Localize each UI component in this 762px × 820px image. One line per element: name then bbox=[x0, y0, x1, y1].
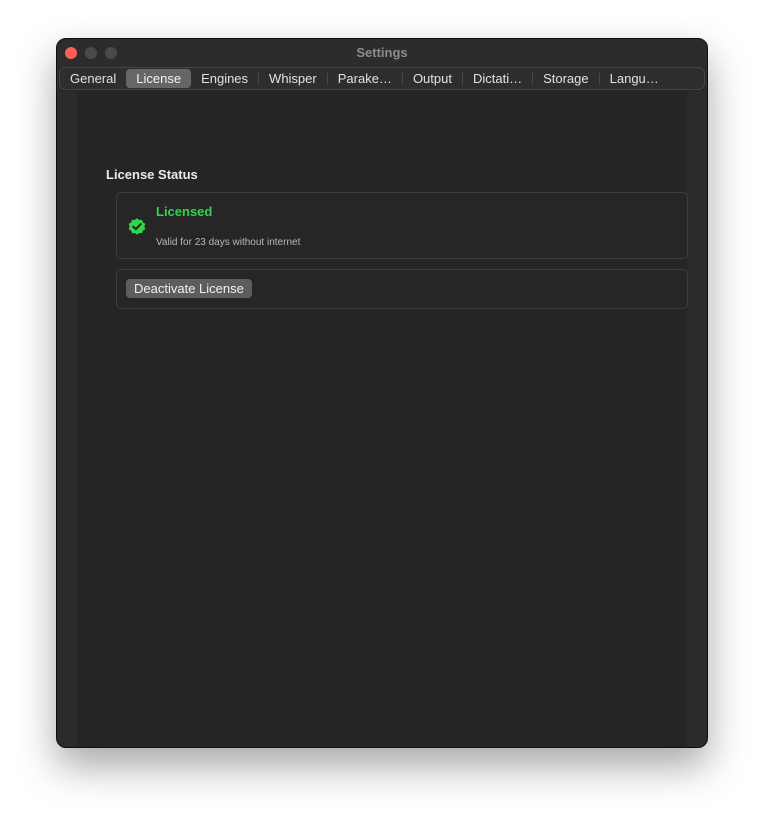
settings-tab-bar: General License Engines Whisper Parake… … bbox=[59, 67, 705, 90]
license-validity-text: Valid for 23 days without internet bbox=[156, 237, 301, 248]
license-status-text: Licensed bbox=[156, 204, 213, 219]
license-pane: License Status Licensed Valid for 23 day… bbox=[77, 91, 688, 747]
content-left-margin bbox=[57, 91, 77, 747]
tab-engines[interactable]: Engines bbox=[191, 69, 258, 88]
tab-license[interactable]: License bbox=[126, 69, 192, 88]
tab-output[interactable]: Output bbox=[403, 69, 462, 88]
settings-window: Settings General License Engines Whisper… bbox=[56, 38, 708, 748]
license-actions-card: Deactivate License bbox=[116, 269, 688, 309]
tab-parakeet[interactable]: Parake… bbox=[328, 69, 402, 88]
deactivate-license-button[interactable]: Deactivate License bbox=[126, 279, 252, 298]
tab-storage[interactable]: Storage bbox=[533, 69, 599, 88]
content-right-margin bbox=[687, 91, 707, 747]
tab-language[interactable]: Langu… bbox=[600, 69, 669, 88]
license-status-heading: License Status bbox=[106, 167, 198, 182]
verified-badge-icon bbox=[128, 218, 146, 235]
tab-general[interactable]: General bbox=[60, 69, 126, 88]
window-title: Settings bbox=[356, 45, 408, 60]
tab-dictation[interactable]: Dictati… bbox=[463, 69, 532, 88]
license-status-card: Licensed Valid for 23 days without inter… bbox=[116, 192, 688, 259]
tab-whisper[interactable]: Whisper bbox=[259, 69, 327, 88]
title-bar: Settings bbox=[57, 39, 707, 67]
